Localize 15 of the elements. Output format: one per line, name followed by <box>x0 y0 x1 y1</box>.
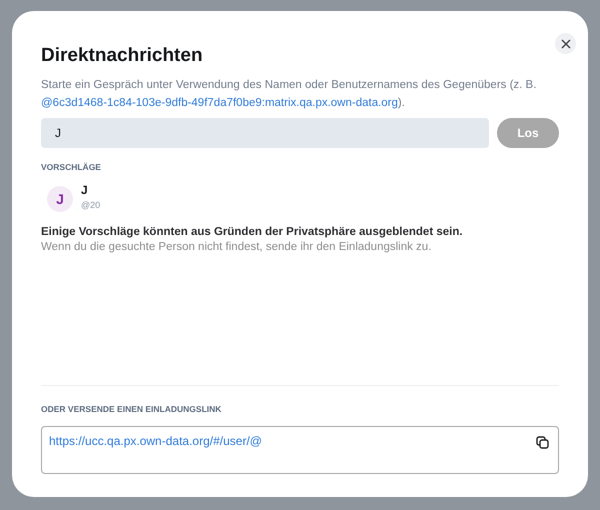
description-text: Starte ein Gespräch unter Verwendung des Namen oder Benutzernamens des Gegenübers (z. B. @6c3d1468-1c84-103e-9dfb-49f7da7f0be9:matrix.qa.px.own-data.org). <box>41 78 538 111</box>
section-heading: ODER VERSENDE EINEN EINLADUNGSLINK <box>41 404 222 414</box>
dialog-title: Direktnachrichten <box>41 45 203 67</box>
avatar: J <box>47 186 73 212</box>
section-heading: VORSCHLÄGE <box>41 162 102 172</box>
close-button[interactable] <box>555 33 576 54</box>
notice-text: Wenn du die gesuchte Person nicht findest, sende ihr den Einladungslink zu. <box>41 241 432 253</box>
copy-icon[interactable] <box>536 436 549 449</box>
invite-link[interactable]: https://ucc.qa.px.own-data.org/#/user/@ <box>49 434 262 448</box>
user-handle: @20 <box>81 200 100 210</box>
search-field[interactable]: J <box>41 118 489 148</box>
close-icon <box>560 38 570 48</box>
invite-link-field[interactable]: https://ucc.qa.px.own-data.org/#/user/@ <box>41 426 559 474</box>
notice-title: Einige Vorschläge könnten aus Gründen der Privatsphäre ausgeblendet sein. <box>41 226 464 238</box>
example-id-link[interactable]: @6c3d1468-1c84-103e-9dfb-49f7da7f0be9:matrix.qa.px.own-data.org <box>41 97 398 109</box>
